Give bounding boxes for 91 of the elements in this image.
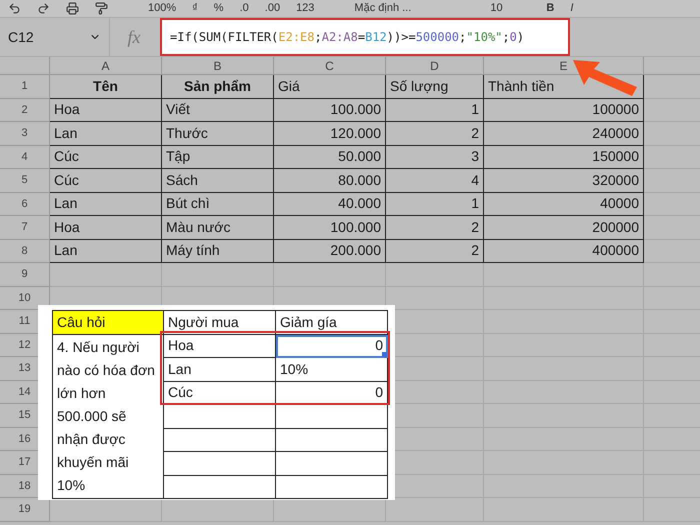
- format-button[interactable]: 123: [296, 0, 314, 17]
- column-title: Tên: [93, 76, 118, 96]
- formula-field[interactable]: =If(SUM(FILTER(E2:E8;A2:A8=B12))>=500000;"10%";0): [160, 18, 570, 56]
- name-box[interactable]: C12: [0, 18, 110, 56]
- table-cell-text: 100000: [592, 100, 639, 120]
- format-button[interactable]: %: [214, 0, 224, 17]
- column-header[interactable]: C: [274, 57, 386, 74]
- column-title: Người mua: [168, 312, 239, 332]
- table-cell-text: 40.000: [338, 194, 381, 214]
- table-cell-text: 2: [471, 124, 479, 143]
- table-cell-text: Thước: [166, 124, 208, 143]
- row-number[interactable]: 14: [18, 384, 31, 400]
- buyer-cell-text: Cúc: [168, 383, 193, 402]
- column-title: Số lượng: [390, 76, 448, 96]
- font-dropdown[interactable]: Mặc định ...: [354, 0, 474, 17]
- table-cell-text: 320000: [592, 170, 639, 190]
- row-number[interactable]: 19: [18, 501, 31, 518]
- table-cell-text: Cúc: [54, 170, 79, 190]
- row-number[interactable]: 4: [21, 148, 28, 165]
- row-number[interactable]: 9: [21, 266, 28, 282]
- row-number[interactable]: 1: [21, 78, 28, 94]
- format-button[interactable]: ₫: [192, 0, 198, 17]
- table-cell-text: Hoa: [54, 100, 80, 120]
- table-cell-text: 400000: [592, 241, 639, 260]
- redo-icon[interactable]: [37, 2, 50, 15]
- row-number[interactable]: 16: [18, 430, 31, 447]
- font-size-dropdown[interactable]: 10: [490, 0, 530, 17]
- format-button[interactable]: .0: [240, 0, 249, 17]
- table-cell-text: Viết: [166, 100, 190, 120]
- table-cell-text: 1: [471, 194, 479, 214]
- print-icon[interactable]: [66, 2, 79, 15]
- row-number[interactable]: 18: [18, 478, 31, 494]
- table-cell-text: 240000: [592, 124, 639, 143]
- table-cell-text: 200.000: [330, 241, 381, 260]
- buyer-cell-text: Lan: [168, 360, 192, 379]
- column-title: Sản phẩm: [184, 76, 251, 96]
- row-number[interactable]: 2: [21, 102, 28, 118]
- column-title: Giá: [278, 76, 300, 96]
- zoom-dropdown[interactable]: 100%: [148, 0, 176, 17]
- table-cell-text: 1: [471, 100, 479, 120]
- table-cell-text: Máy tính: [166, 241, 220, 260]
- row-number[interactable]: 5: [21, 172, 28, 188]
- italic-button[interactable]: I: [570, 0, 574, 17]
- column-title: Giảm gía: [280, 312, 337, 332]
- table-cell-text: 40000: [600, 194, 639, 214]
- table-cell-text: 4: [471, 170, 479, 190]
- table-cell-text: Lan: [54, 241, 78, 260]
- table-cell-text: Hoa: [54, 218, 80, 237]
- discount-cell[interactable]: 10%: [276, 358, 388, 382]
- table-cell-text: 100.000: [330, 218, 381, 237]
- discount-cell[interactable]: 0: [276, 334, 388, 358]
- discount-cell[interactable]: 0: [276, 382, 388, 405]
- column-header[interactable]: B: [162, 57, 274, 74]
- row-number[interactable]: 11: [18, 313, 30, 330]
- row-number[interactable]: 17: [18, 454, 31, 470]
- table-cell-text: Lan: [54, 124, 78, 143]
- table-cell-text: Lan: [54, 194, 78, 214]
- row-number[interactable]: 12: [18, 336, 31, 353]
- row-number[interactable]: 7: [21, 219, 28, 236]
- row-number[interactable]: 8: [21, 242, 28, 259]
- bold-button[interactable]: B: [546, 0, 554, 17]
- table-cell-text: 3: [471, 147, 479, 166]
- pointer-arrow: [572, 59, 638, 97]
- table-cell-text: Màu nước: [166, 218, 230, 237]
- table-cell-text: 2: [471, 241, 479, 260]
- undo-icon[interactable]: [8, 2, 21, 15]
- question-text: 4. Nếu người nào có hóa đơn lớn hơn 500.000 sẽ nhận được khuyến mãi 10%: [57, 338, 156, 495]
- fx-label: fx: [126, 26, 142, 49]
- table-cell-text: Bút chì: [166, 194, 210, 214]
- table-cell-text: 2: [471, 218, 479, 237]
- buyer-cell-text: Hoa: [168, 336, 194, 356]
- row-number[interactable]: 15: [18, 407, 31, 424]
- paint-roller-icon[interactable]: [95, 2, 108, 15]
- row-number[interactable]: 10: [18, 290, 31, 306]
- row-number[interactable]: 6: [21, 196, 28, 212]
- table-cell-text: 200000: [592, 218, 639, 237]
- row-number[interactable]: 3: [21, 125, 28, 142]
- table-cell-text: 50.000: [338, 147, 381, 166]
- table-cell-text: 100.000: [330, 100, 381, 120]
- table-cell-text: Cúc: [54, 147, 79, 166]
- column-header[interactable]: D: [386, 57, 484, 74]
- question-label: Câu hỏi: [53, 311, 164, 334]
- format-button[interactable]: .00: [264, 0, 280, 17]
- table-cell-text: Sách: [166, 170, 198, 190]
- table-cell-text: 120.000: [330, 124, 381, 143]
- row-number[interactable]: 13: [18, 360, 31, 376]
- table-cell-text: 80.000: [338, 170, 381, 190]
- column-header[interactable]: A: [50, 57, 162, 74]
- table-cell-text: 150000: [592, 147, 639, 166]
- table-cell-text: Tập: [166, 147, 190, 166]
- column-title: Thành tiền: [488, 76, 554, 96]
